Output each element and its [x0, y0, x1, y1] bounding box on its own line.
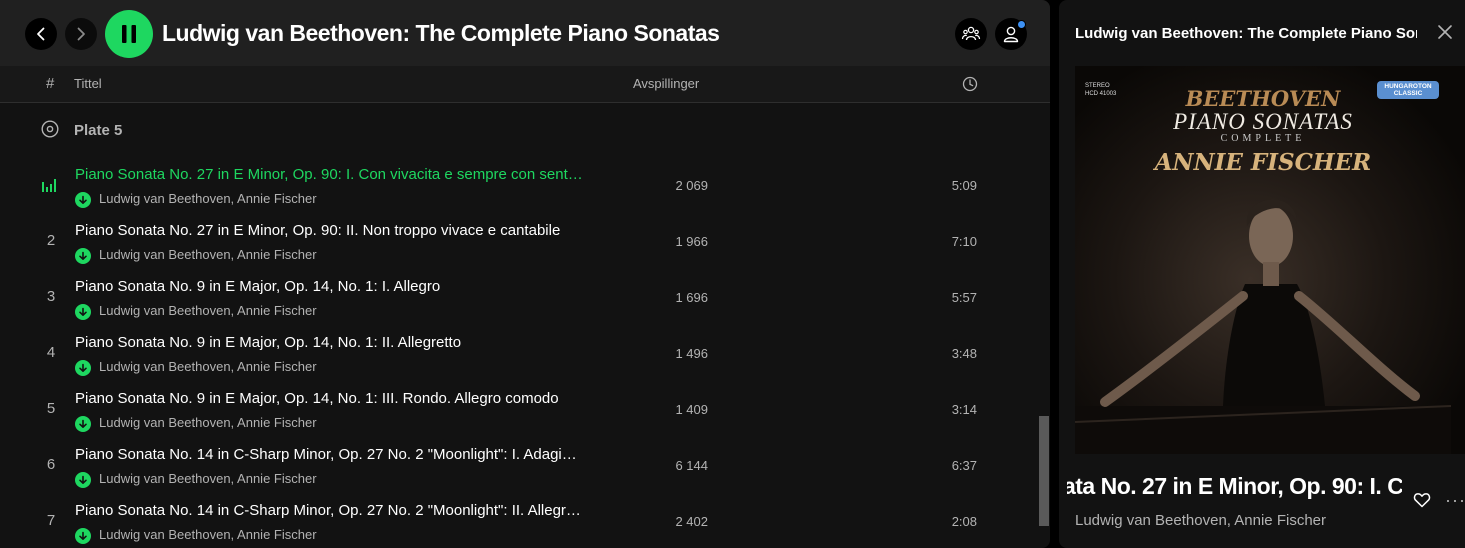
cover-work: PIANO SONATAS: [1173, 109, 1353, 134]
track-artist[interactable]: Ludwig van Beethoven, Annie Fischer: [99, 471, 317, 486]
track-title[interactable]: Piano Sonata No. 9 in E Major, Op. 14, N…: [75, 334, 585, 351]
track-row[interactable]: 2 Piano Sonata No. 27 in E Minor, Op. 90…: [0, 214, 1035, 270]
more-options-button[interactable]: ···: [1445, 490, 1465, 511]
tracklist-view: Ludwig van Beethoven: The Complete Piano…: [0, 0, 1050, 548]
track-duration: 5:57: [951, 290, 977, 305]
cover-complete: COMPLETE: [1220, 133, 1306, 144]
cover-performer: ANNIE FISCHER: [1154, 149, 1372, 176]
track-number: 6: [46, 456, 56, 473]
track-row[interactable]: Piano Sonata No. 27 in E Minor, Op. 90: …: [0, 158, 1035, 214]
now-playing-panel: Ludwig van Beethoven: The Complete Piano…: [1059, 0, 1465, 548]
chevron-left-icon: [37, 27, 45, 41]
track-plays: 1 409: [675, 402, 708, 417]
album-cover[interactable]: STEREO HCD 41003 HUNGAROTON CLASSIC BEET…: [1075, 66, 1465, 454]
now-playing-title-text: Piano Sonata No. 27 in E Minor, Op. 90: …: [1067, 473, 1402, 499]
track-title[interactable]: Piano Sonata No. 27 in E Minor, Op. 90: …: [75, 166, 585, 183]
track-row[interactable]: 4 Piano Sonata No. 9 in E Major, Op. 14,…: [0, 326, 1035, 382]
cover-composer: BEETHOVEN: [1185, 86, 1341, 111]
track-plays: 1 966: [675, 234, 708, 249]
track-title[interactable]: Piano Sonata No. 27 in E Minor, Op. 90: …: [75, 222, 585, 239]
track-artist[interactable]: Ludwig van Beethoven, Annie Fischer: [99, 247, 317, 262]
heart-icon: [1413, 493, 1431, 508]
track-duration: 3:48: [951, 346, 977, 361]
user-icon: [1003, 26, 1019, 43]
panel-title[interactable]: Ludwig van Beethoven: The Complete Piano…: [1075, 25, 1417, 42]
track-artist[interactable]: Ludwig van Beethoven, Annie Fischer: [99, 303, 317, 318]
clock-icon: [962, 76, 978, 92]
track-title[interactable]: Piano Sonata No. 9 in E Major, Op. 14, N…: [75, 278, 585, 295]
close-icon: [1438, 25, 1452, 39]
pause-button[interactable]: [105, 10, 153, 58]
scrollbar[interactable]: [1036, 102, 1050, 548]
downloaded-icon: [75, 248, 91, 264]
track-artist[interactable]: Ludwig van Beethoven, Annie Fischer: [99, 527, 317, 542]
tracklist-header: # Tittel Avspillinger: [0, 66, 1050, 103]
now-playing-title[interactable]: Piano Sonata No. 27 in E Minor, Op. 90: …: [1067, 473, 1402, 500]
track-row[interactable]: 6 Piano Sonata No. 14 in C-Sharp Minor, …: [0, 438, 1035, 494]
track-duration: 3:14: [951, 402, 977, 417]
track-number: 7: [46, 512, 56, 529]
disc-label: Plate 5: [74, 122, 123, 139]
track-row[interactable]: 7 Piano Sonata No. 14 in C-Sharp Minor, …: [0, 494, 1035, 548]
top-bar: Ludwig van Beethoven: The Complete Piano…: [0, 0, 1050, 66]
pause-icon: [122, 25, 136, 43]
scrollbar-thumb[interactable]: [1039, 416, 1049, 526]
track-artist[interactable]: Ludwig van Beethoven, Annie Fischer: [99, 415, 317, 430]
downloaded-icon: [75, 192, 91, 208]
track-number: 5: [46, 400, 56, 417]
forward-button[interactable]: [65, 18, 97, 50]
downloaded-icon: [75, 472, 91, 488]
downloaded-icon: [75, 304, 91, 320]
track-duration: 7:10: [951, 234, 977, 249]
track-number: 4: [46, 344, 56, 361]
header-duration[interactable]: [962, 76, 978, 95]
downloaded-icon: [75, 528, 91, 544]
track-plays: 2 069: [675, 178, 708, 193]
chevron-right-icon: [77, 27, 85, 41]
track-number: 3: [46, 288, 56, 305]
track-duration: 6:37: [951, 458, 977, 473]
notification-dot: [1017, 20, 1026, 29]
track-row[interactable]: 5 Piano Sonata No. 9 in E Major, Op. 14,…: [0, 382, 1035, 438]
track-title[interactable]: Piano Sonata No. 14 in C-Sharp Minor, Op…: [75, 446, 585, 463]
friends-icon: [961, 26, 981, 41]
track-plays: 6 144: [675, 458, 708, 473]
track-row[interactable]: 3 Piano Sonata No. 9 in E Major, Op. 14,…: [0, 270, 1035, 326]
track-list: Piano Sonata No. 27 in E Minor, Op. 90: …: [0, 158, 1035, 548]
header-title[interactable]: Tittel: [74, 76, 102, 91]
header-number: #: [46, 75, 55, 92]
disc-header: Plate 5: [0, 112, 1035, 148]
track-number: 2: [46, 232, 56, 249]
album-title: Ludwig van Beethoven: The Complete Piano…: [162, 20, 720, 46]
track-title[interactable]: Piano Sonata No. 14 in C-Sharp Minor, Op…: [75, 502, 585, 519]
back-button[interactable]: [25, 18, 57, 50]
downloaded-icon: [75, 360, 91, 376]
like-button[interactable]: [1413, 491, 1431, 514]
downloaded-icon: [75, 416, 91, 432]
now-playing-artist[interactable]: Ludwig van Beethoven, Annie Fischer: [1075, 512, 1326, 529]
track-plays: 1 496: [675, 346, 708, 361]
track-plays: 2 402: [675, 514, 708, 529]
track-title[interactable]: Piano Sonata No. 9 in E Major, Op. 14, N…: [75, 390, 585, 407]
track-artist[interactable]: Ludwig van Beethoven, Annie Fischer: [99, 191, 317, 206]
friend-activity-button[interactable]: [955, 18, 987, 50]
disc-icon: [41, 120, 59, 143]
track-duration: 2:08: [951, 514, 977, 529]
now-playing-equalizer-icon: [41, 176, 57, 197]
track-artist[interactable]: Ludwig van Beethoven, Annie Fischer: [99, 359, 317, 374]
track-plays: 1 696: [675, 290, 708, 305]
close-button[interactable]: [1437, 24, 1453, 45]
track-duration: 5:09: [951, 178, 977, 193]
header-plays[interactable]: Avspillinger: [633, 76, 699, 91]
